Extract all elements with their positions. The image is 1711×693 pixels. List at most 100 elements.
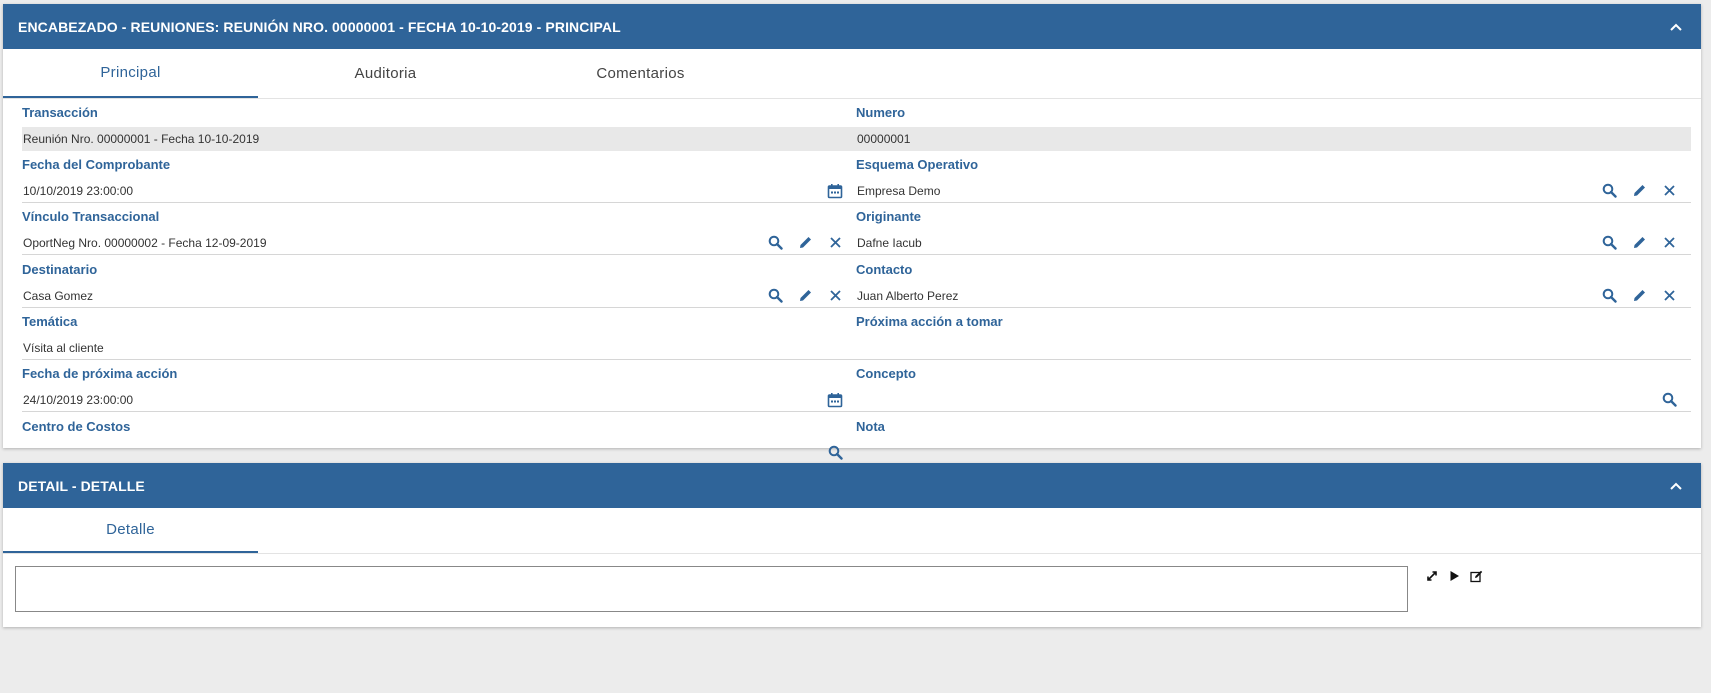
close-icon[interactable] <box>1659 233 1679 253</box>
nota-field[interactable] <box>856 441 1691 465</box>
field-contacto: Contacto Juan Alberto Perez <box>856 256 1691 308</box>
field-nota: Nota <box>856 413 1691 465</box>
pencil-icon[interactable] <box>795 233 815 253</box>
esquema-operativo-value: Empresa Demo <box>857 183 941 198</box>
pencil-icon[interactable] <box>1629 233 1649 253</box>
destinatario-actions <box>765 286 857 306</box>
search-icon[interactable] <box>765 233 785 253</box>
pencil-icon[interactable] <box>1629 286 1649 306</box>
esquema-operativo-field[interactable]: Empresa Demo <box>856 179 1691 203</box>
originante-field[interactable]: Dafne Iacub <box>856 231 1691 255</box>
contacto-field[interactable]: Juan Alberto Perez <box>856 284 1691 308</box>
search-icon[interactable] <box>1599 233 1619 253</box>
proxima-accion-field[interactable] <box>856 336 1691 360</box>
esquema-operativo-actions <box>1599 181 1691 201</box>
tab-comentarios[interactable]: Comentarios <box>513 49 768 98</box>
concepto-field[interactable] <box>856 388 1691 412</box>
concepto-actions <box>1659 390 1691 410</box>
field-transaccion: Transacción Reunión Nro. 00000001 - Fech… <box>22 99 857 151</box>
concepto-label: Concepto <box>856 366 916 381</box>
tab-detalle[interactable]: Detalle <box>3 508 258 553</box>
fecha-comprobante-field[interactable]: 10/10/2019 23:00:00 <box>22 179 857 203</box>
detail-grid-tools <box>1425 569 1483 583</box>
detail-panel: DETAIL - DETALLE Detalle <box>3 463 1701 627</box>
transaccion-value: Reunión Nro. 00000001 - Fecha 10-10-2019 <box>23 132 260 146</box>
field-esquema-operativo: Esquema Operativo Empresa Demo <box>856 151 1691 203</box>
tematica-value: Vísita al cliente <box>23 340 104 355</box>
fecha-comprobante-actions <box>825 181 857 201</box>
tematica-field[interactable]: Vísita al cliente <box>22 336 857 360</box>
calendar-icon[interactable] <box>825 181 845 201</box>
field-concepto: Concepto <box>856 360 1691 412</box>
header-form: Transacción Reunión Nro. 00000001 - Fech… <box>3 99 1701 489</box>
field-originante: Originante Dafne Iacub <box>856 203 1691 255</box>
detail-tabs: Detalle <box>3 508 1701 554</box>
originante-actions <box>1599 233 1691 253</box>
numero-field: 00000001 <box>856 127 1691 151</box>
field-destinatario: Destinatario Casa Gomez <box>22 256 857 308</box>
detail-panel-bar[interactable]: DETAIL - DETALLE <box>3 463 1701 508</box>
vinculo-transaccional-actions <box>765 233 857 253</box>
pencil-icon[interactable] <box>1629 181 1649 201</box>
pencil-icon[interactable] <box>795 286 815 306</box>
play-icon[interactable] <box>1447 569 1461 583</box>
numero-value: 00000001 <box>857 132 911 146</box>
close-icon[interactable] <box>1659 181 1679 201</box>
destinatario-label: Destinatario <box>22 262 98 277</box>
destinatario-value: Casa Gomez <box>23 288 94 303</box>
esquema-operativo-label: Esquema Operativo <box>856 157 979 172</box>
fecha-proxima-accion-label: Fecha de próxima acción <box>22 366 178 381</box>
field-fecha-comprobante: Fecha del Comprobante 10/10/2019 23:00:0… <box>22 151 857 203</box>
fecha-proxima-accion-actions <box>825 390 857 410</box>
originante-label: Originante <box>856 209 922 224</box>
fecha-comprobante-value: 10/10/2019 23:00:00 <box>23 183 134 198</box>
header-panel-bar[interactable]: ENCABEZADO - REUNIONES: REUNIÓN NRO. 000… <box>3 4 1701 49</box>
nota-label: Nota <box>856 419 885 434</box>
contacto-value: Juan Alberto Perez <box>857 288 959 303</box>
field-vinculo-transaccional: Vínculo Transaccional OportNeg Nro. 0000… <box>22 203 857 255</box>
chevron-up-icon[interactable] <box>1666 17 1686 37</box>
search-icon[interactable] <box>1599 286 1619 306</box>
centro-costos-field[interactable] <box>22 441 857 465</box>
vinculo-transaccional-value: OportNeg Nro. 00000002 - Fecha 12-09-201… <box>23 235 267 250</box>
calendar-icon[interactable] <box>825 390 845 410</box>
search-icon[interactable] <box>1599 181 1619 201</box>
chevron-up-icon[interactable] <box>1666 476 1686 496</box>
fecha-proxima-accion-field[interactable]: 24/10/2019 23:00:00 <box>22 388 857 412</box>
transaccion-label: Transacción <box>22 105 98 120</box>
field-numero: Numero 00000001 <box>856 99 1691 151</box>
transaccion-field: Reunión Nro. 00000001 - Fecha 10-10-2019 <box>22 127 857 151</box>
proxima-accion-label: Próxima acción a tomar <box>856 314 1003 329</box>
fecha-comprobante-label: Fecha del Comprobante <box>22 157 171 172</box>
expand-icon[interactable] <box>1425 569 1439 583</box>
destinatario-field[interactable]: Casa Gomez <box>22 284 857 308</box>
close-icon[interactable] <box>825 286 845 306</box>
header-tabs: Principal Auditoria Comentarios <box>3 49 1701 99</box>
field-tematica: Temática Vísita al cliente <box>22 308 857 360</box>
field-proxima-accion: Próxima acción a tomar <box>856 308 1691 360</box>
tematica-label: Temática <box>22 314 78 329</box>
vinculo-transaccional-label: Vínculo Transaccional <box>22 209 160 224</box>
contacto-actions <box>1599 286 1691 306</box>
fecha-proxima-accion-value: 24/10/2019 23:00:00 <box>23 392 134 407</box>
detail-grid[interactable] <box>15 566 1408 612</box>
close-icon[interactable] <box>825 233 845 253</box>
detail-grid-area <box>3 554 1701 639</box>
close-icon[interactable] <box>1659 286 1679 306</box>
tab-principal[interactable]: Principal <box>3 49 258 98</box>
edit-square-icon[interactable] <box>1469 569 1483 583</box>
tab-auditoria[interactable]: Auditoria <box>258 49 513 98</box>
contacto-label: Contacto <box>856 262 913 277</box>
field-fecha-proxima-accion: Fecha de próxima acción 24/10/2019 23:00… <box>22 360 857 412</box>
vinculo-transaccional-field[interactable]: OportNeg Nro. 00000002 - Fecha 12-09-201… <box>22 231 857 255</box>
search-icon[interactable] <box>825 443 845 463</box>
numero-label: Numero <box>856 105 906 120</box>
field-centro-costos: Centro de Costos <box>22 413 857 465</box>
search-icon[interactable] <box>1659 390 1679 410</box>
detail-panel-title: DETAIL - DETALLE <box>18 477 145 494</box>
search-icon[interactable] <box>765 286 785 306</box>
header-panel: ENCABEZADO - REUNIONES: REUNIÓN NRO. 000… <box>3 4 1701 465</box>
header-panel-title: ENCABEZADO - REUNIONES: REUNIÓN NRO. 000… <box>18 18 621 35</box>
originante-value: Dafne Iacub <box>857 235 922 250</box>
centro-costos-actions <box>825 443 857 463</box>
